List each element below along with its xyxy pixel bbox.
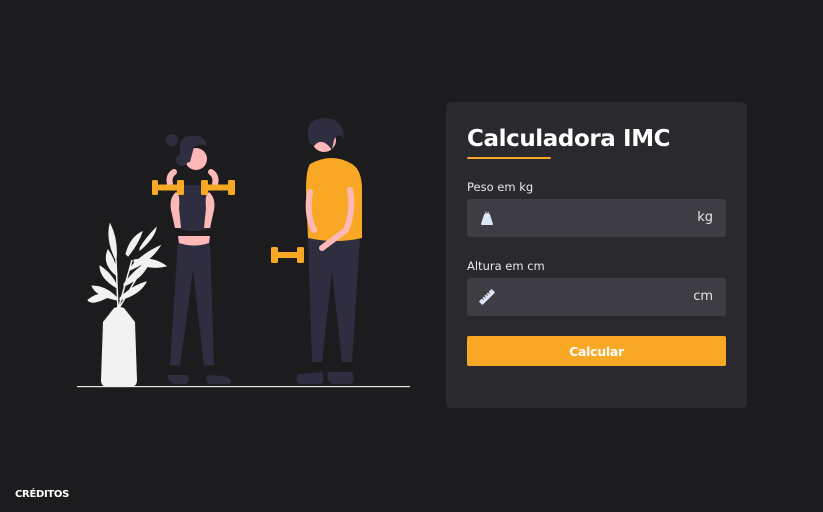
credits-link[interactable]: CRÉDITOS xyxy=(15,489,69,500)
height-label: Altura em cm xyxy=(467,259,545,273)
weight-unit: kg xyxy=(697,210,713,225)
app-page: Calculadora IMC Peso em kg kg Altura em … xyxy=(0,0,823,512)
bmi-calculator-card: Calculadora IMC Peso em kg kg Altura em … xyxy=(446,102,747,408)
title-underline xyxy=(467,157,551,159)
weight-field: kg xyxy=(467,199,726,237)
height-input[interactable] xyxy=(499,278,679,316)
height-field: cm xyxy=(467,278,726,316)
weight-input[interactable] xyxy=(499,199,679,237)
plant-leaves xyxy=(87,222,168,311)
man-dumbbell xyxy=(271,247,304,263)
man-figure xyxy=(271,118,362,384)
card-title: Calculadora IMC xyxy=(467,126,671,152)
calculate-button[interactable]: Calcular xyxy=(467,336,726,366)
woman-figure xyxy=(152,134,235,384)
ruler-icon xyxy=(479,289,495,305)
weight-icon xyxy=(481,211,493,225)
height-unit: cm xyxy=(693,289,713,304)
fitness-illustration xyxy=(77,118,410,388)
weight-label: Peso em kg xyxy=(467,180,534,194)
plant-vase xyxy=(101,307,137,387)
